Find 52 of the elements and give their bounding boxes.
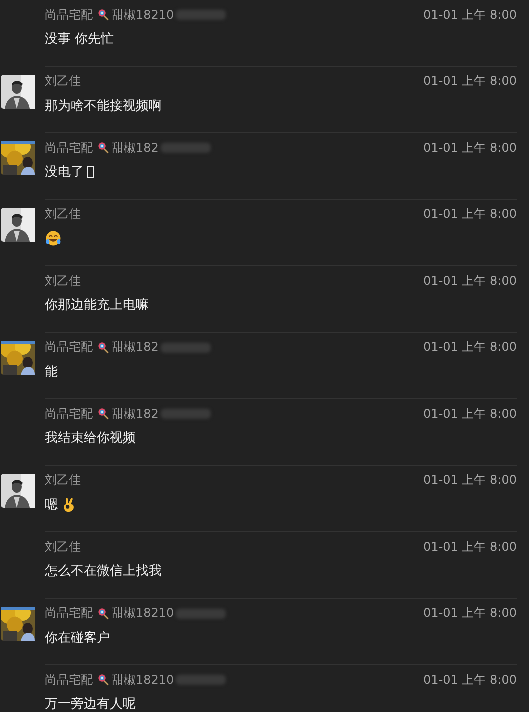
lollipop-icon [98,674,110,686]
sender-name: 刘乙佳 [45,206,81,223]
contact-tag: 甜椒18210 [112,6,174,24]
contact-tag: 甜椒182 [112,339,159,356]
message-time: 01-01 上午 8:00 [424,206,517,223]
message-time: 01-01 上午 8:00 [424,672,517,688]
sender-name: 尚品宅配 [45,140,93,156]
message-text: 你那边能充上电嘛 [45,297,149,314]
redaction-blur [160,143,211,153]
redaction-blur [176,10,226,20]
lollipop-icon [98,408,110,420]
redaction-blur [160,409,211,419]
message-time: 01-01 上午 8:00 [424,140,517,156]
missing-glyph-icon [87,166,94,178]
message-time: 01-01 上午 8:00 [424,406,517,422]
message-time: 01-01 上午 8:00 [424,6,517,24]
sender-name: 尚品宅配 [45,672,93,688]
sender-name: 尚品宅配 [45,6,93,24]
message-text: 你在碰客户 [45,630,110,646]
redaction-blur [160,342,211,352]
redaction-blur [176,608,226,618]
sender-name: 刘乙佳 [45,272,81,290]
message-time: 01-01 上午 8:00 [424,73,517,90]
redaction-blur [176,675,226,685]
message-text: 我结束给你视频 [45,430,136,447]
sender-name: 刘乙佳 [45,73,81,90]
lollipop-icon [98,342,110,354]
message-time: 01-01 上午 8:00 [424,538,517,556]
sender-name: 刘乙佳 [45,472,81,489]
contact-tag: 甜椒182 [112,406,159,422]
sender-name: 尚品宅配 [45,406,93,422]
message-text: 怎么不在微信上找我 [45,563,162,580]
sender-name: 尚品宅配 [45,339,93,356]
message-text: 没电了 [45,164,84,181]
message-text: 那为啥不能接视频啊 [45,98,162,114]
sender-name: 尚品宅配 [45,605,93,622]
message-text: 嗯 [45,496,58,514]
lollipop-icon [98,608,110,620]
message-text: 万一旁边有人呢 [45,696,136,712]
message-text: 能 [45,364,58,380]
message-time: 01-01 上午 8:00 [424,605,517,622]
message-time: 01-01 上午 8:00 [424,272,517,290]
message-text: 没事 你先忙 [45,31,114,48]
contact-tag: 甜椒18210 [112,605,174,622]
contact-tag: 甜椒18210 [112,672,174,688]
message-time: 01-01 上午 8:00 [424,472,517,489]
laughing-emoji-icon [45,230,62,247]
message-time: 01-01 上午 8:00 [424,339,517,356]
lollipop-icon [98,9,110,21]
contact-tag: 甜椒182 [112,140,159,156]
sender-name: 刘乙佳 [45,538,81,556]
lollipop-icon [98,142,110,154]
